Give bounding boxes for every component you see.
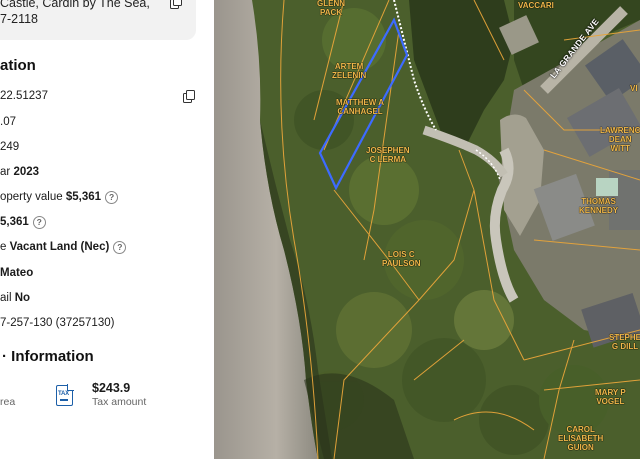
owner-label-artem-zelenin[interactable]: ARTEM ZELENIN xyxy=(332,62,366,80)
owner-label-line: CAROL xyxy=(566,425,595,434)
tax-document-icon: TAX xyxy=(56,384,74,406)
property-value-label: operty value xyxy=(0,191,63,203)
owner-label-vi[interactable]: VI xyxy=(630,84,638,93)
owner-label-vaccari[interactable]: VACCARI xyxy=(518,1,554,10)
tax-title-bullet: · xyxy=(2,348,12,365)
owner-label-line: ELISABETH xyxy=(558,434,604,443)
owner-label-line: VACCARI xyxy=(518,1,554,10)
mail-row: ail No xyxy=(0,292,30,304)
owner-label-mary-vogel[interactable]: MARY P VOGEL xyxy=(595,388,626,406)
owner-label-line: KENNEDY xyxy=(579,206,619,215)
property-value-row: operty value $5,361? xyxy=(0,191,119,204)
owner-label-josephen-lerma[interactable]: JOSEPHEN C LERMA xyxy=(366,146,410,164)
tax-amount-value: $243.9 xyxy=(92,381,131,395)
land-use-help-icon[interactable]: ? xyxy=(113,241,127,254)
parcel-map[interactable]: GLENN PACK VACCARI ARTEM ZELENIN MATTHEW… xyxy=(214,0,640,459)
sqft-value: 249 xyxy=(0,141,20,153)
owner-label-matthew-canhagel[interactable]: MATTHEW A CANHAGEL xyxy=(336,98,384,116)
owner-label-line: LOIS C xyxy=(387,250,415,259)
owner-label-line: LAWRENC xyxy=(600,126,640,135)
latitude-value: 22.51237 xyxy=(0,90,48,102)
mail-value: No xyxy=(14,292,31,304)
copy-coordinates-icon[interactable] xyxy=(183,90,195,103)
apn-row: 7-257-130 (37257130) xyxy=(0,317,114,329)
address-line-1: Castle, Cardin by The Sea, xyxy=(0,0,150,10)
property-details-panel: Castle, Cardin by The Sea, 7-2118 ation … xyxy=(0,0,214,459)
tax-amount-label: Tax amount xyxy=(92,396,147,408)
owner-label-line: GUION xyxy=(567,443,594,452)
tax-information-title: · Information xyxy=(2,348,94,365)
owner-label-line: PACK xyxy=(319,8,343,17)
land-use-value: Vacant Land (Nec) xyxy=(9,241,110,253)
owner-label-lois-paulson[interactable]: LOIS C PAULSON xyxy=(382,250,421,268)
owner-label-line: JOSEPHEN xyxy=(366,146,410,155)
acres-row: .07 xyxy=(0,116,16,128)
address-line-2: 7-2118 xyxy=(0,12,38,26)
satellite-imagery xyxy=(214,0,640,459)
owner-label-line: VOGEL xyxy=(596,397,625,406)
land-use-row: e Vacant Land (Nec)? xyxy=(0,241,127,254)
owner-label-line: MARY P xyxy=(595,388,626,397)
owner-label-line: C LERMA xyxy=(369,155,407,164)
land-use-label: e xyxy=(0,241,7,253)
owner-label-line: DEAN xyxy=(608,135,632,144)
copy-address-icon[interactable] xyxy=(170,0,182,9)
latitude-row: 22.51237 xyxy=(0,90,48,102)
acres-value: .07 xyxy=(0,116,16,128)
sqft-row: 249 xyxy=(0,141,19,153)
assessed-value-help-icon[interactable]: ? xyxy=(32,216,46,229)
owner-label-carol-guion[interactable]: CAROL ELISABETH GUION xyxy=(558,425,603,452)
apn-value: 7-257-130 (37257130) xyxy=(0,317,115,329)
assessed-value: 5,361 xyxy=(0,216,29,228)
location-section-title: ation xyxy=(0,57,36,74)
year-row: ar 2023 xyxy=(0,166,39,178)
tax-information-title-text: Information xyxy=(11,348,94,365)
owner-label-line: STEPHE xyxy=(609,333,640,342)
year-value: 2023 xyxy=(13,166,40,178)
owner-label-glenn-pack[interactable]: GLENN PACK xyxy=(317,0,345,17)
owner-label-lawrence-dean-witt[interactable]: LAWRENC DEAN WITT xyxy=(600,126,640,153)
tax-icon-label: TAX xyxy=(58,391,69,397)
area-label: rea xyxy=(0,396,16,408)
owner-label-line: CANHAGEL xyxy=(337,107,383,116)
county-value: Mateo xyxy=(0,267,34,279)
owner-label-line: THOMAS xyxy=(581,197,616,206)
property-value-help-icon[interactable]: ? xyxy=(105,191,119,204)
year-label: ar xyxy=(0,166,11,178)
owner-label-thomas-kennedy[interactable]: THOMAS KENNEDY xyxy=(579,197,618,215)
owner-label-stephen-dill[interactable]: STEPHE G DILL xyxy=(609,333,640,351)
owner-label-line: ARTEM xyxy=(334,62,364,71)
county-row: Mateo xyxy=(0,267,33,279)
owner-label-line: ZELENIN xyxy=(332,71,367,80)
property-value: $5,361 xyxy=(65,191,102,203)
owner-label-line: GLENN xyxy=(317,0,345,8)
owner-label-line: G DILL xyxy=(611,342,639,351)
owner-label-line: VI xyxy=(630,84,638,93)
owner-label-line: MATTHEW A xyxy=(336,98,384,107)
owner-label-line: WITT xyxy=(610,144,630,153)
owner-label-line: PAULSON xyxy=(382,259,421,268)
mail-label: ail xyxy=(0,292,12,304)
assessed-value-row: 5,361? xyxy=(0,216,46,229)
